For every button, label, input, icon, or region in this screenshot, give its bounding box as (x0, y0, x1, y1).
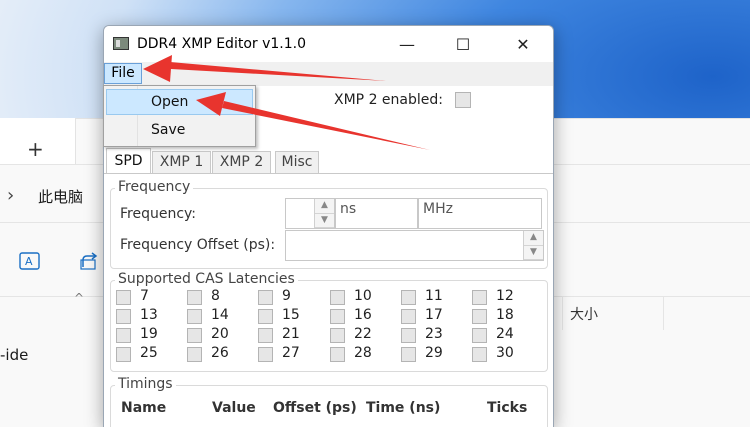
new-tab-button[interactable]: + (27, 137, 44, 161)
frequency-offset-spinner[interactable]: ▲ ▼ (523, 231, 543, 260)
spin-up-icon[interactable]: ▲ (524, 231, 543, 246)
tab-misc[interactable]: Misc (275, 151, 319, 173)
close-button[interactable]: ✕ (500, 26, 546, 62)
cas-checkbox-14[interactable] (187, 309, 202, 324)
cas-checkbox-15[interactable] (258, 309, 273, 324)
cas-checkbox-25[interactable] (116, 347, 131, 362)
minimize-button[interactable]: — (384, 26, 430, 62)
cas-label: 14 (211, 307, 229, 323)
cas-checkbox-13[interactable] (116, 309, 131, 324)
cas-label: 17 (425, 307, 443, 323)
timings-header-value: Value (212, 400, 256, 416)
sort-up-icon: ^ (74, 291, 85, 305)
cas-checkbox-7[interactable] (116, 290, 131, 305)
column-header-size[interactable]: 大小 (570, 304, 598, 324)
cas-label: 18 (496, 307, 514, 323)
frequency-offset-label: Frequency Offset (ps): (120, 237, 276, 253)
frequency-ns-unit: ns (335, 198, 418, 229)
cas-checkbox-22[interactable] (330, 328, 345, 343)
window-title: DDR4 XMP Editor v1.1.0 (137, 36, 306, 52)
menu-item-open[interactable]: Open (106, 89, 253, 115)
cas-label: 9 (282, 288, 291, 304)
timings-header-offset: Offset (ps) (273, 400, 357, 416)
cas-label: 12 (496, 288, 514, 304)
cas-checkbox-18[interactable] (472, 309, 487, 324)
menu-file[interactable]: File (104, 63, 142, 84)
cas-label: 7 (140, 288, 149, 304)
cas-checkbox-12[interactable] (472, 290, 487, 305)
column-divider[interactable] (562, 296, 563, 330)
xmp2-enabled-label: XMP 2 enabled: (334, 92, 443, 108)
column-divider[interactable] (663, 296, 664, 330)
cas-label: 29 (425, 345, 443, 361)
timings-header-time: Time (ns) (366, 400, 441, 416)
timings-group-title: Timings (115, 376, 176, 392)
cas-checkbox-20[interactable] (187, 328, 202, 343)
cas-label: 19 (140, 326, 158, 342)
cas-checkbox-16[interactable] (330, 309, 345, 324)
cas-label: 25 (140, 345, 158, 361)
cas-checkbox-11[interactable] (401, 290, 416, 305)
timings-header-name: Name (121, 400, 167, 416)
rename-icon[interactable]: A (19, 251, 41, 271)
file-menu-dropdown: Open Save (103, 85, 256, 147)
frequency-mhz-field[interactable]: MHz (418, 198, 542, 229)
cas-checkbox-8[interactable] (187, 290, 202, 305)
cas-label: 30 (496, 345, 514, 361)
svg-text:A: A (25, 255, 33, 268)
cas-checkbox-29[interactable] (401, 347, 416, 362)
cas-label: 13 (140, 307, 158, 323)
tab-spd[interactable]: SPD (106, 148, 151, 174)
tab-xmp2[interactable]: XMP 2 (212, 151, 271, 173)
maximize-button[interactable]: ☐ (440, 26, 486, 62)
cas-checkbox-17[interactable] (401, 309, 416, 324)
cas-checkbox-26[interactable] (187, 347, 202, 362)
cas-label: 20 (211, 326, 229, 342)
cas-label: 24 (496, 326, 514, 342)
cas-checkbox-10[interactable] (330, 290, 345, 305)
menu-item-save[interactable]: Save (106, 117, 253, 143)
cas-label: 23 (425, 326, 443, 342)
cas-label: 22 (354, 326, 372, 342)
menu-bar (104, 62, 553, 86)
cas-checkbox-23[interactable] (401, 328, 416, 343)
list-item[interactable]: -ide (0, 346, 28, 364)
cas-group-title: Supported CAS Latencies (115, 271, 298, 287)
cas-label: 15 (282, 307, 300, 323)
frequency-group-title: Frequency (115, 179, 194, 195)
cas-checkbox-28[interactable] (330, 347, 345, 362)
cas-checkbox-27[interactable] (258, 347, 273, 362)
frequency-offset-input[interactable] (285, 230, 544, 261)
cas-label: 26 (211, 345, 229, 361)
app-icon (113, 37, 129, 50)
spin-down-icon[interactable]: ▼ (315, 214, 334, 228)
spin-up-icon[interactable]: ▲ (315, 199, 334, 214)
cas-checkbox-9[interactable] (258, 290, 273, 305)
cas-label: 10 (354, 288, 372, 304)
nav-chevron-icon[interactable]: › (7, 185, 14, 206)
timings-header-ticks: Ticks (487, 400, 528, 416)
cas-label: 16 (354, 307, 372, 323)
cas-checkbox-24[interactable] (472, 328, 487, 343)
cas-checkbox-21[interactable] (258, 328, 273, 343)
cas-checkbox-30[interactable] (472, 347, 487, 362)
cas-label: 11 (425, 288, 443, 304)
spin-down-icon[interactable]: ▼ (524, 246, 543, 260)
share-icon[interactable] (80, 251, 102, 271)
xmp2-enabled-checkbox[interactable] (455, 92, 471, 108)
cas-label: 27 (282, 345, 300, 361)
cas-label: 8 (211, 288, 220, 304)
cas-checkbox-19[interactable] (116, 328, 131, 343)
frequency-spinner[interactable]: ▲ ▼ (314, 199, 334, 228)
cas-label: 21 (282, 326, 300, 342)
frequency-label: Frequency: (120, 206, 197, 222)
title-bar[interactable]: DDR4 XMP Editor v1.1.0 — ☐ ✕ (104, 26, 553, 62)
cas-label: 28 (354, 345, 372, 361)
breadcrumb[interactable]: 此电脑 (38, 186, 83, 207)
tab-xmp1[interactable]: XMP 1 (152, 151, 211, 173)
